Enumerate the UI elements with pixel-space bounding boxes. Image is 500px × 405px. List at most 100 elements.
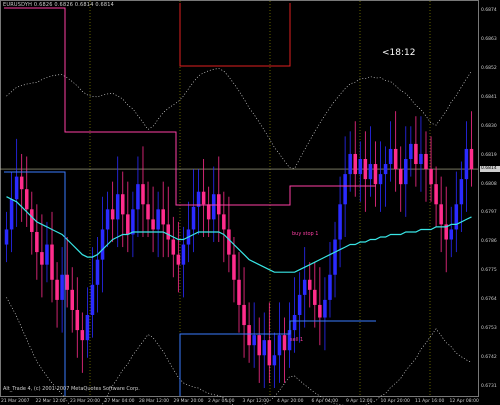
candle-body xyxy=(464,148,469,180)
candle-body xyxy=(136,184,140,210)
candle-body xyxy=(166,224,171,240)
candle-body xyxy=(424,153,428,170)
y-tick-label: 0.6852 xyxy=(481,65,497,71)
candle-body xyxy=(429,169,433,185)
candle-body xyxy=(110,209,115,220)
bar-countdown: <18:12 xyxy=(382,48,416,58)
x-tick-label: 9 Apr 12:00 xyxy=(346,399,373,404)
candle-body xyxy=(90,284,95,315)
candle-body xyxy=(65,274,69,290)
copyright-label: Alt_Trade 4, (c) 2001-2007 MetaQuotes So… xyxy=(3,386,140,392)
candle-body xyxy=(318,304,322,318)
x-tick-label: 29 Mar 20:00 xyxy=(173,399,204,404)
candle-body xyxy=(388,148,393,165)
candle-body xyxy=(161,209,165,225)
candle-body xyxy=(222,214,226,230)
x-tick-label: 21 Mar 2007 xyxy=(1,399,30,404)
x-tick-label: 4 Apr 20:00 xyxy=(277,399,304,404)
candle-body xyxy=(181,244,186,265)
upper-band-line xyxy=(6,68,472,169)
candle-body xyxy=(383,164,388,175)
candle-body xyxy=(14,176,19,200)
candle-body xyxy=(70,289,74,310)
candle-body xyxy=(201,191,206,205)
candle-body xyxy=(171,239,176,255)
current-price-tag: 0.6814 xyxy=(480,166,500,173)
candle-body xyxy=(40,252,44,265)
candle-body xyxy=(262,340,267,356)
candle-body xyxy=(368,164,373,180)
y-tick-label: 0.6731 xyxy=(481,384,497,389)
y-tick-label: 0.6808 xyxy=(481,181,497,187)
candle-body xyxy=(55,279,59,300)
candle-body xyxy=(348,153,352,175)
candle-body xyxy=(247,325,251,346)
candle-body xyxy=(338,204,342,240)
candle-body xyxy=(120,194,125,215)
candle-body xyxy=(333,239,337,275)
candle-body xyxy=(373,164,378,185)
candle-body xyxy=(297,294,302,315)
candle-body xyxy=(257,335,261,356)
y-tick-label: 0.6764 xyxy=(481,297,497,303)
candle-body xyxy=(232,254,236,280)
candle-body xyxy=(19,176,24,190)
candle-body xyxy=(439,204,443,225)
candle-body xyxy=(398,169,403,185)
y-tick-label: 0.6819 xyxy=(481,152,497,158)
candle-body xyxy=(454,204,459,230)
candle-body xyxy=(24,189,29,210)
candle-body xyxy=(227,229,231,255)
candle-body xyxy=(307,279,312,290)
candle-body xyxy=(4,229,9,245)
candle-body xyxy=(353,153,358,175)
candle-body xyxy=(156,209,160,230)
y-tick-label: 0.6775 xyxy=(481,268,497,274)
candle-body xyxy=(105,209,110,230)
candle-body xyxy=(30,209,34,232)
candle-body xyxy=(75,309,80,331)
x-tick-label: 2 Apr 04:00 xyxy=(208,399,235,404)
candle-body xyxy=(100,229,105,260)
y-tick-label: 0.6786 xyxy=(481,239,497,245)
candle-body xyxy=(409,143,413,159)
candle-body xyxy=(95,259,100,285)
y-tick-label: 0.6830 xyxy=(481,123,497,129)
candle-body xyxy=(45,244,49,265)
price-chart[interactable] xyxy=(0,0,500,405)
candle-body xyxy=(267,340,272,366)
x-tick-label: 12 Apr 08:00 xyxy=(449,399,479,404)
y-tick-label: 0.6874 xyxy=(481,8,497,13)
y-tick-label: 0.6863 xyxy=(481,36,497,42)
x-tick-label: 22 Mar 12:00 xyxy=(35,399,66,404)
candle-body xyxy=(141,184,145,205)
candle-body xyxy=(80,330,85,341)
y-tick-label: 0.6753 xyxy=(481,326,497,332)
candle-body xyxy=(9,199,14,230)
candle-body xyxy=(277,335,282,356)
candle-body xyxy=(211,194,216,220)
candle-body xyxy=(393,148,398,170)
candle-body xyxy=(292,315,297,331)
candle-body xyxy=(363,159,368,180)
x-tick-label: 28 Mar 12:00 xyxy=(139,399,170,404)
candle-body xyxy=(151,219,155,230)
channel-step-line xyxy=(4,7,376,206)
x-tick-label: 6 Apr 04:00 xyxy=(311,399,338,404)
candle-body xyxy=(449,229,454,240)
candle-body xyxy=(126,214,130,235)
candle-body xyxy=(404,159,408,185)
x-tick-label: 23 Mar 20:00 xyxy=(70,399,101,404)
candle-body xyxy=(206,204,211,220)
candle-body xyxy=(323,299,327,318)
x-tick-label: 27 Mar 04:00 xyxy=(104,399,135,404)
support-step-line-right xyxy=(179,320,376,396)
plot-frame xyxy=(0,0,479,397)
resistance-step-line xyxy=(179,3,291,67)
candle-body xyxy=(313,289,317,305)
chart-window[interactable]: EURUSDYH 0.6826 0.6826 0.6814 0.6814 <18… xyxy=(0,0,500,405)
candle-body xyxy=(35,231,39,253)
candle-body xyxy=(252,335,256,346)
candle-body xyxy=(378,174,383,185)
candle-body xyxy=(272,355,277,366)
